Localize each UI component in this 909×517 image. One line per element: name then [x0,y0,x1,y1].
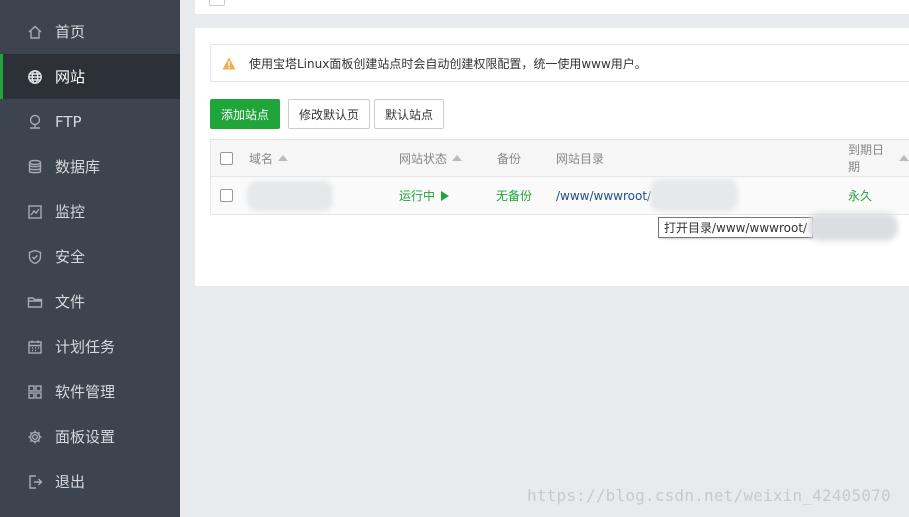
table-row: 运行中 无备份 /www/wwwroot/ 永久 [210,177,909,215]
sort-up-icon [452,155,463,161]
column-status-label: 网站状态 [399,151,448,166]
globe-icon [26,68,44,86]
column-expire-label: 到期日期 [848,143,885,174]
column-domain[interactable]: 域名 [249,140,289,176]
sidebar: 首页 网站 FTP 数据库 监控 安全 文件 计划任务 软件管理 面板设置 退出 [0,0,180,517]
sidebar-item-cron[interactable]: 计划任务 [0,324,180,369]
tooltip-text: 打开目录/www/wwwroot/ [664,221,808,235]
column-status[interactable]: 网站状态 [399,140,463,176]
database-icon [26,158,44,176]
select-all-checkbox[interactable] [220,140,233,176]
site-panel: 使用宝塔Linux面板创建站点时会自动创建权限配置，统一使用www用户。 添加站… [195,28,909,286]
top-panel-edge [195,0,909,14]
play-icon [441,190,450,201]
sidebar-item-software[interactable]: 软件管理 [0,369,180,414]
column-domain-label: 域名 [249,151,274,166]
add-site-button[interactable]: 添加站点 [210,99,280,129]
ftp-icon [26,113,44,131]
sidebar-item-label: 首页 [55,23,86,41]
root-path-link[interactable]: /www/wwwroot/ [556,177,651,214]
calendar-icon [26,338,44,356]
table-header: 域名 网站状态 备份 网站目录 到期日期 [210,139,909,177]
sidebar-item-label: FTP [55,112,82,131]
warning-icon [222,57,236,69]
sidebar-item-files[interactable]: 文件 [0,279,180,324]
tooltip: 打开目录/www/wwwroot/ [658,217,814,238]
notice-text: 使用宝塔Linux面板创建站点时会自动创建权限配置，统一使用www用户。 [249,56,647,71]
edit-default-page-button[interactable]: 修改默认页 [288,99,370,129]
column-backup-label: 备份 [497,151,522,166]
status-label: 运行中 [399,189,436,203]
sidebar-item-home[interactable]: 首页 [0,9,180,54]
gear-icon [26,428,44,446]
sidebar-item-database[interactable]: 数据库 [0,144,180,189]
notice-bar: 使用宝塔Linux面板创建站点时会自动创建权限配置，统一使用www用户。 [210,44,909,82]
status-running[interactable]: 运行中 [399,177,450,214]
column-root: 网站目录 [556,140,604,176]
sidebar-item-ftp[interactable]: FTP [0,99,180,144]
shield-icon [26,248,44,266]
sidebar-item-label: 文件 [55,293,86,311]
sidebar-item-label: 计划任务 [55,338,116,356]
home-icon [26,23,44,41]
monitor-icon [26,203,44,221]
sidebar-item-logout[interactable]: 退出 [0,459,180,504]
site-table: 域名 网站状态 备份 网站目录 到期日期 运行中 无备份 /www/wwwroo… [210,139,909,215]
sidebar-item-label: 网站 [55,68,86,86]
tooltip-redacted [808,213,898,241]
folder-icon [26,293,44,311]
root-path-label: /www/wwwroot/ [556,188,652,203]
sidebar-item-label: 数据库 [55,158,101,176]
backup-label: 无备份 [496,189,533,203]
watermark: https://blog.csdn.net/weixin_42405070 [527,486,891,505]
sidebar-item-label: 安全 [55,248,86,266]
grid-icon [26,383,44,401]
sort-up-icon [899,155,909,161]
sidebar-item-website[interactable]: 网站 [0,54,180,99]
row-checkbox[interactable] [220,177,233,214]
sidebar-item-settings[interactable]: 面板设置 [0,414,180,459]
backup-link[interactable]: 无备份 [496,177,532,214]
default-site-button[interactable]: 默认站点 [374,99,444,129]
sidebar-item-label: 监控 [55,203,86,221]
sidebar-item-monitor[interactable]: 监控 [0,189,180,234]
top-fragment [209,0,225,6]
sidebar-item-label: 退出 [55,473,86,491]
expire-label: 永久 [848,189,873,203]
column-root-label: 网站目录 [556,151,605,166]
sidebar-item-label: 软件管理 [55,383,116,401]
expire-value[interactable]: 永久 [848,177,872,214]
column-expire[interactable]: 到期日期 [848,140,909,176]
logout-icon [26,473,44,491]
sidebar-item-label: 面板设置 [55,428,116,446]
sort-up-icon [278,155,289,161]
column-backup: 备份 [497,140,521,176]
root-path-redacted [650,179,738,211]
domain-redacted[interactable] [247,181,333,211]
sidebar-item-security[interactable]: 安全 [0,234,180,279]
